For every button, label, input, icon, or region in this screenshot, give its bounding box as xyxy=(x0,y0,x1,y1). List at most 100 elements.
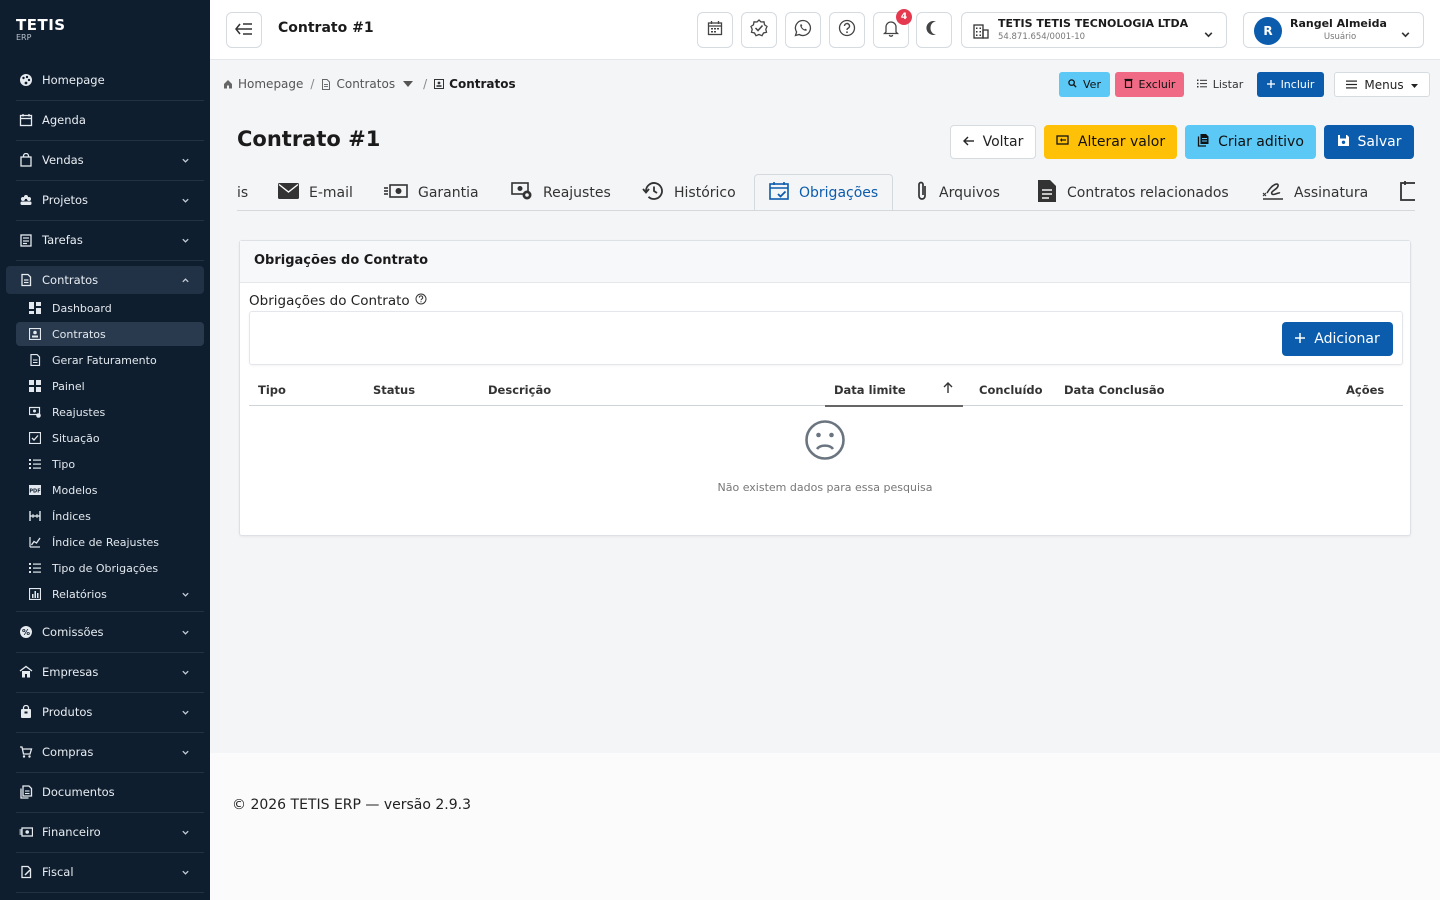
tab-historico[interactable]: Histórico xyxy=(642,174,736,210)
list-icon xyxy=(28,457,42,471)
add-obligation-button[interactable]: Adicionar xyxy=(1282,322,1393,356)
sidebar-item-homepage[interactable]: Homepage xyxy=(6,66,204,94)
help-button[interactable] xyxy=(829,12,865,48)
sidebar-item-compras[interactable]: Compras xyxy=(6,738,204,766)
submenu-item-label: Índices xyxy=(52,509,91,523)
whatsapp-button[interactable] xyxy=(785,12,821,48)
header-title: Contrato #1 xyxy=(278,20,374,36)
sidebar-item-contratos[interactable]: Contratos xyxy=(6,266,204,294)
notifications-button[interactable]: 4 xyxy=(873,9,912,48)
tasks-icon xyxy=(18,232,34,248)
hamburger-icon xyxy=(1346,78,1358,92)
divider xyxy=(16,611,204,612)
submenu-item-contratos[interactable]: Contratos xyxy=(16,322,204,346)
column-header-descricao[interactable]: Descrição xyxy=(488,383,551,397)
sidebar-item-empresas[interactable]: Empresas xyxy=(6,658,204,686)
logo[interactable]: TETIS ERP xyxy=(16,16,66,42)
list-button[interactable]: Listar xyxy=(1189,72,1251,97)
submenu-item-label: Reajustes xyxy=(52,405,106,419)
add-new-button[interactable]: Incluir xyxy=(1257,72,1324,97)
submenu-item-relatorios[interactable]: Relatórios xyxy=(16,582,204,606)
company-selector[interactable]: TETIS TETIS TECNOLOGIA LTDA 54.871.654/0… xyxy=(961,12,1227,48)
chevron-down-icon xyxy=(181,706,190,720)
empty-state: Não existem dados para essa pesquisa xyxy=(240,419,1410,494)
collapse-sidebar-button[interactable] xyxy=(226,12,262,48)
submenu-item-indice-de-reajustes[interactable]: Índice de Reajustes xyxy=(16,530,204,554)
submenu-item-painel[interactable]: Painel xyxy=(16,374,204,398)
submenu-item-tipo[interactable]: Tipo xyxy=(16,452,204,476)
badge-icon: % xyxy=(18,624,34,640)
sidebar-item-label: Financeiro xyxy=(42,825,101,839)
submenu-item-label: Painel xyxy=(52,379,85,393)
change-value-button[interactable]: Alterar valor xyxy=(1044,125,1177,159)
column-header-status[interactable]: Status xyxy=(373,383,415,397)
submenu-item-indices[interactable]: Índices xyxy=(16,504,204,528)
user-menu[interactable]: R Rangel Almeida Usuário xyxy=(1243,12,1424,48)
submenu-item-label: Situação xyxy=(52,431,100,445)
tab-assinatura[interactable]: Assinatura xyxy=(1262,174,1368,210)
chevron-down-icon xyxy=(181,154,190,168)
divider xyxy=(16,652,204,653)
divider xyxy=(16,692,204,693)
tab-partial[interactable]: is xyxy=(237,174,248,210)
tab-arquivos[interactable]: Arquivos xyxy=(915,174,1000,210)
submenu-item-dashboard[interactable]: Dashboard xyxy=(16,296,204,320)
logo-subtext: ERP xyxy=(16,33,32,42)
tab-obrigacoes[interactable]: Obrigações xyxy=(754,174,894,210)
tab-more[interactable] xyxy=(1400,174,1415,210)
menus-dropdown[interactable]: Menus xyxy=(1334,72,1430,97)
save-button[interactable]: Salvar xyxy=(1324,125,1414,159)
chevron-down-icon xyxy=(181,866,190,880)
help-icon[interactable] xyxy=(415,293,427,309)
divider xyxy=(16,812,204,813)
chevron-down-icon xyxy=(181,194,190,208)
create-amendment-button[interactable]: Criar aditivo xyxy=(1185,125,1316,159)
sidebar-item-projetos[interactable]: Projetos xyxy=(6,186,204,214)
sidebar-item-agenda[interactable]: Agenda xyxy=(6,106,204,134)
breadcrumb-parent-link[interactable]: Contratos xyxy=(336,77,395,91)
calendar-button[interactable] xyxy=(697,12,733,48)
user-role: Usuário xyxy=(1323,32,1357,42)
submenu-item-situacao[interactable]: Situação xyxy=(16,426,204,450)
delete-button[interactable]: Excluir xyxy=(1115,72,1184,97)
list-label: Listar xyxy=(1212,78,1244,91)
sidebar-item-comissoes[interactable]: % Comissões xyxy=(6,618,204,646)
tab-reajustes[interactable]: Reajustes xyxy=(511,174,611,210)
envelope-icon xyxy=(278,182,299,203)
submenu-item-gerar-faturamento[interactable]: Gerar Faturamento xyxy=(16,348,204,372)
sidebar-item-produtos[interactable]: Produtos xyxy=(6,698,204,726)
column-header-data-conclusao[interactable]: Data Conclusão xyxy=(1064,383,1165,397)
tab-contratos-relacionados[interactable]: Contratos relacionados xyxy=(1037,174,1229,210)
sidebar-item-vendas[interactable]: Vendas xyxy=(6,146,204,174)
calendar-icon xyxy=(1400,180,1415,206)
submenu-item-reajustes[interactable]: Reajustes xyxy=(16,400,204,424)
column-header-data-limite[interactable]: Data limite xyxy=(834,383,906,397)
back-label: Voltar xyxy=(982,134,1024,150)
submenu-item-tipo-de-obrigacoes[interactable]: Tipo de Obrigações xyxy=(16,556,204,580)
sidebar-item-label: Contratos xyxy=(42,273,99,287)
price-adjust-icon xyxy=(28,405,42,419)
submenu-item-modelos[interactable]: PDF Modelos xyxy=(16,478,204,502)
table-header: Tipo Status Descrição Data limite Conclu… xyxy=(249,375,1403,407)
document-icon xyxy=(18,272,34,288)
dark-mode-toggle[interactable] xyxy=(916,12,952,48)
building-icon xyxy=(973,23,989,43)
sidebar-item-fiscal[interactable]: Fiscal xyxy=(6,858,204,886)
caret-down-icon[interactable] xyxy=(403,81,414,87)
breadcrumb-home-link[interactable]: Homepage xyxy=(238,77,303,91)
history-icon xyxy=(642,181,664,205)
verified-button[interactable] xyxy=(741,12,777,48)
column-header-concluido[interactable]: Concluído xyxy=(979,383,1043,397)
sort-ascending-icon[interactable] xyxy=(943,382,953,397)
view-button[interactable]: Ver xyxy=(1059,72,1110,97)
sidebar-item-financeiro[interactable]: Financeiro xyxy=(6,818,204,846)
column-header-tipo[interactable]: Tipo xyxy=(258,383,286,397)
help-icon xyxy=(838,19,856,41)
sidebar-item-tarefas[interactable]: Tarefas xyxy=(6,226,204,254)
back-button[interactable]: Voltar xyxy=(950,125,1036,159)
tab-email[interactable]: E-mail xyxy=(278,174,353,210)
calendar-icon xyxy=(707,20,723,40)
sidebar-item-documentos[interactable]: Documentos xyxy=(6,778,204,806)
card-header: Obrigações do Contrato xyxy=(240,241,1410,283)
tab-garantia[interactable]: Garantia xyxy=(384,174,479,210)
